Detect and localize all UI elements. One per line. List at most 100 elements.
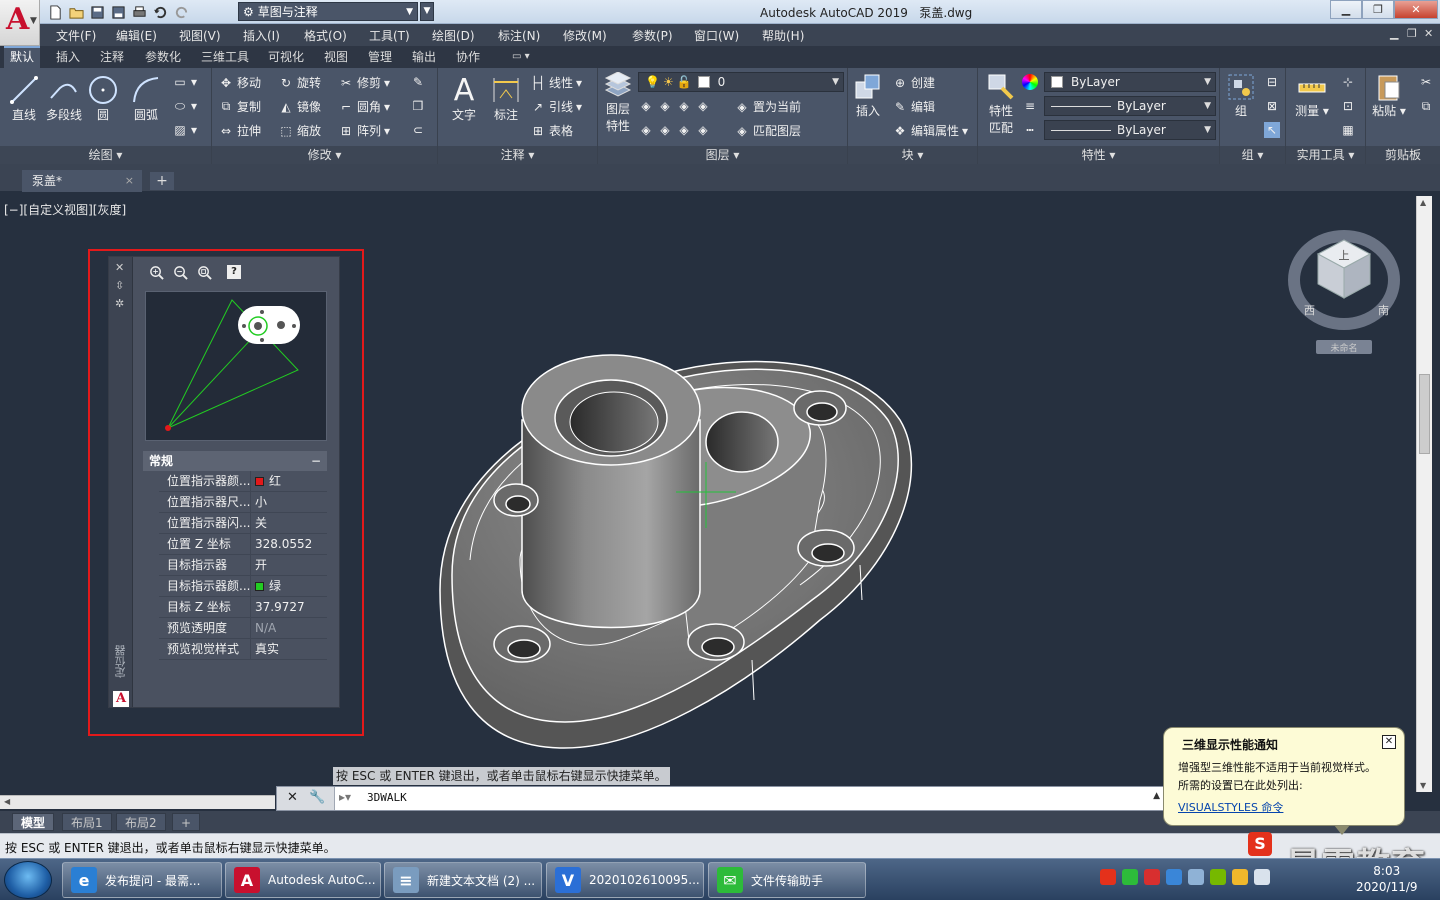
- prop-row-preview-visual-style[interactable]: 预览视觉样式 真实: [159, 639, 327, 660]
- block-panel-label[interactable]: 块 ▾: [848, 146, 977, 164]
- layers-panel-label[interactable]: 图层 ▾: [598, 146, 847, 164]
- group-select-icon[interactable]: ↖: [1264, 122, 1280, 138]
- doc-minimize-icon[interactable]: ▁: [1390, 27, 1398, 40]
- array-button[interactable]: ⊞ 阵列 ▾: [338, 122, 390, 139]
- visualstyles-link[interactable]: VISUALSTYLES 命令: [1178, 799, 1283, 815]
- layer-dropdown[interactable]: 💡 ☀ 🔓 0 ▼: [638, 72, 844, 92]
- measure-button[interactable]: 测量 ▾: [1292, 72, 1332, 119]
- menu-edit[interactable]: 编辑(E): [116, 27, 157, 44]
- tab-layout2[interactable]: 布局2: [116, 813, 166, 831]
- create-block-button[interactable]: ⊕ 创建: [892, 74, 935, 91]
- tab-3d-tools[interactable]: 三维工具: [195, 46, 255, 68]
- menu-window[interactable]: 窗口(W): [694, 27, 739, 44]
- cut-icon[interactable]: ✂: [1418, 74, 1434, 90]
- linetype-icon[interactable]: ┅: [1022, 122, 1038, 138]
- trim-button[interactable]: ✂ 修剪 ▾: [338, 74, 390, 91]
- task-browser[interactable]: e 发布提问 - 最需...: [62, 862, 222, 898]
- menu-draw[interactable]: 绘图(D): [432, 27, 475, 44]
- tab-view[interactable]: 视图: [318, 46, 354, 68]
- tab-annotate[interactable]: 注释: [94, 46, 130, 68]
- prop-row-indicator-size[interactable]: 位置指示器尺... 小: [159, 492, 327, 513]
- close-icon[interactable]: ✕: [1382, 735, 1396, 749]
- zoom-extents-icon[interactable]: [195, 263, 213, 281]
- tab-model[interactable]: 模型: [12, 813, 55, 831]
- doc-restore-icon[interactable]: ❐: [1407, 27, 1417, 40]
- sogou-ime-icon[interactable]: S: [1248, 832, 1272, 856]
- table-button[interactable]: ⊞ 表格: [530, 122, 573, 139]
- minimize-button[interactable]: ▁: [1330, 0, 1362, 19]
- menu-parametric[interactable]: 参数(P): [632, 27, 673, 44]
- prop-row-indicator-blink[interactable]: 位置指示器闪... 关: [159, 513, 327, 534]
- recent-commands-icon[interactable]: ▸▾: [339, 790, 351, 804]
- edit-block-button[interactable]: ✎ 编辑: [892, 98, 935, 115]
- open-icon[interactable]: [67, 3, 85, 21]
- command-history-icon[interactable]: ▲: [1153, 791, 1160, 801]
- general-section-header[interactable]: 常规 −: [143, 451, 327, 471]
- zoom-in-icon[interactable]: [147, 263, 165, 281]
- tab-insert[interactable]: 插入: [50, 46, 86, 68]
- group-edit-icon[interactable]: ⊠: [1264, 98, 1280, 114]
- layer-tools-row1[interactable]: ◈ ◈ ◈ ◈: [638, 98, 711, 114]
- match-properties-button[interactable]: 特性 匹配: [984, 72, 1018, 136]
- help-icon[interactable]: ?: [227, 265, 241, 279]
- nvidia-tray-icon[interactable]: [1210, 869, 1226, 885]
- new-icon[interactable]: [46, 3, 64, 21]
- collapse-icon[interactable]: −: [311, 451, 321, 471]
- properties-icon[interactable]: ✲: [115, 297, 124, 310]
- insert-block-button[interactable]: 插入: [850, 72, 886, 119]
- palette-title-strip[interactable]: ✕ ⇳ ✲ 定位器 A: [109, 257, 133, 707]
- arc-button[interactable]: 圆弧: [128, 74, 164, 123]
- tab-parametric[interactable]: 参数化: [139, 46, 187, 68]
- add-layout-button[interactable]: +: [172, 813, 201, 831]
- doc-close-icon[interactable]: ✕: [1424, 27, 1433, 40]
- tab-default[interactable]: 默认: [4, 46, 41, 68]
- wrench-icon[interactable]: 🔧: [309, 790, 325, 805]
- restore-button[interactable]: ❐: [1362, 0, 1394, 19]
- rectangle-icon[interactable]: ▭ ▾: [172, 74, 197, 90]
- menu-file[interactable]: 文件(F): [56, 27, 96, 44]
- new-tab-button[interactable]: +: [150, 172, 174, 190]
- tab-layout1[interactable]: 布局1: [62, 813, 112, 831]
- rotate-button[interactable]: ↻ 旋转: [278, 74, 321, 91]
- network-tray-icon[interactable]: [1188, 869, 1204, 885]
- copy-button[interactable]: ⧉ 复制: [218, 98, 261, 115]
- clipboard-panel-label[interactable]: 剪贴板: [1366, 146, 1440, 164]
- calculator-icon[interactable]: ▦: [1340, 122, 1356, 138]
- offset-icon[interactable]: ⊂: [410, 122, 426, 138]
- save-as-icon[interactable]: [109, 3, 127, 21]
- task-notepad[interactable]: ≡ 新建文本文档 (2) ...: [384, 862, 542, 898]
- ribbon-minimize-icon[interactable]: ▭ ▾: [506, 46, 536, 68]
- view-cube[interactable]: 上 西 南 未命名: [1288, 222, 1400, 358]
- prop-row-target-z[interactable]: 目标 Z 坐标 37.9727: [159, 597, 327, 618]
- stretch-button[interactable]: ⇔ 拉伸: [218, 122, 261, 139]
- linear-dim-button[interactable]: ├┤ 线性 ▾: [530, 74, 582, 91]
- prop-row-target-color[interactable]: 目标指示器颜... 绿: [159, 576, 327, 597]
- tab-collaborate[interactable]: 协作: [450, 46, 486, 68]
- close-button[interactable]: ✕: [1394, 0, 1438, 19]
- groups-panel-label[interactable]: 组 ▾: [1220, 146, 1285, 164]
- wechat-tray-icon[interactable]: [1122, 869, 1138, 885]
- annotation-panel-label[interactable]: 注释 ▾: [438, 146, 597, 164]
- edit-attributes-button[interactable]: ❖ 编辑属性 ▾: [892, 122, 968, 139]
- explode-icon[interactable]: ❒: [410, 98, 426, 114]
- hatch-icon[interactable]: ▨ ▾: [172, 122, 197, 138]
- fillet-button[interactable]: ⌐ 圆角 ▾: [338, 98, 390, 115]
- move-button[interactable]: ✥ 移动: [218, 74, 261, 91]
- menu-insert[interactable]: 插入(I): [243, 27, 280, 44]
- ungroup-icon[interactable]: ⊟: [1264, 74, 1280, 90]
- tab-output[interactable]: 输出: [406, 46, 442, 68]
- dimension-button[interactable]: 标注: [488, 72, 524, 123]
- select-all-icon[interactable]: ⊡: [1340, 98, 1356, 114]
- close-icon[interactable]: ×: [125, 170, 134, 192]
- copy-clip-icon[interactable]: ⧉: [1418, 98, 1434, 114]
- auto-hide-icon[interactable]: ⇳: [115, 279, 124, 292]
- vertical-scrollbar[interactable]: ▲ ▼: [1416, 196, 1432, 792]
- undo-icon[interactable]: [151, 3, 169, 21]
- sogou-tray-icon[interactable]: [1100, 869, 1116, 885]
- set-current-button[interactable]: ◈ 置为当前: [734, 98, 801, 115]
- workspace-dropdown[interactable]: ⚙ 草图与注释 ▼: [238, 2, 418, 21]
- command-line[interactable]: ✕ 🔧 ▸▾ 3DWALK ▲: [276, 786, 1166, 811]
- volume-tray-icon[interactable]: [1254, 869, 1270, 885]
- tab-visualize[interactable]: 可视化: [262, 46, 310, 68]
- color-dropdown[interactable]: ByLayer ▼: [1044, 72, 1216, 92]
